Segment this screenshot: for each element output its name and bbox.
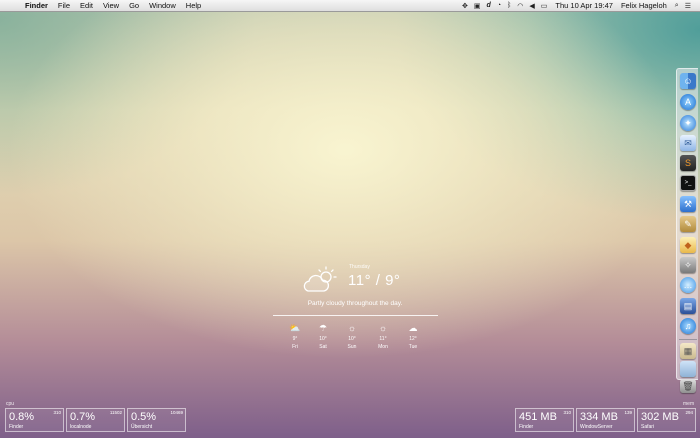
mem-value: 302 MB (641, 411, 679, 423)
forecast-day: ☼ 11° Mon (368, 323, 398, 350)
dropbox-icon[interactable]: ✥ (459, 2, 471, 10)
forecast-day-name: Tue (408, 344, 418, 350)
user-name[interactable]: Felix Hageloh (616, 1, 670, 10)
forecast-temp: 10° (319, 336, 327, 342)
forecast-day-name: Sun (347, 344, 357, 350)
menu-help[interactable]: Help (181, 1, 206, 10)
menu-edit[interactable]: Edit (75, 1, 98, 10)
cpu-value: 0.8% (9, 411, 35, 423)
forecast-day: ☁ 12° Tue (398, 323, 428, 350)
process-name: Safari (641, 424, 655, 430)
forecast-temp: 10° (348, 336, 356, 342)
battery-icon[interactable]: ▭ (538, 2, 551, 10)
forecast-day-name: Fri (292, 344, 298, 350)
d-icon[interactable]: d (484, 2, 494, 9)
process-name: Finder (9, 424, 24, 430)
sun-icon: ☼ (378, 323, 388, 333)
secrets-icon[interactable]: ✧ (680, 257, 696, 273)
messages-icon[interactable]: … (680, 277, 696, 293)
app-menus: Finder File Edit View Go Window Help (22, 1, 206, 10)
volume-icon[interactable]: ◀ (526, 2, 537, 10)
weather-forecast: ⛅ 9° Fri ☂ 10° Sat ☼ 10° Sun ☼ 11° Mon ☁… (278, 323, 438, 353)
cpu-label: cpu (6, 401, 15, 407)
cpu-process-box: 0.8% 310 Finder (5, 408, 64, 432)
menu-bar: Finder File Edit View Go Window Help ✥ ▣… (0, 0, 700, 12)
forecast-day-name: Sat (319, 344, 327, 350)
process-id: 10469 (170, 410, 183, 415)
process-id: 310 (563, 410, 571, 415)
weather-divider (273, 315, 438, 316)
weather-widget: Thursday 11° / 9° Partly cloudy througho… (270, 258, 440, 358)
weather-summary: Partly cloudy throughout the day. (307, 300, 403, 307)
downloads-icon[interactable]: ▦ (680, 343, 696, 359)
process-id: 139 (624, 410, 632, 415)
menu-window[interactable]: Window (144, 1, 181, 10)
itunes-icon[interactable]: ♫ (680, 318, 696, 334)
terminal-icon[interactable]: >_ (680, 175, 696, 191)
process-id: 11502 (109, 410, 122, 415)
forecast-day-name: Mon (378, 344, 388, 350)
cloud-icon: ☁ (408, 323, 418, 333)
cpu-process-box: 0.5% 10469 Übersicht (127, 408, 186, 432)
menu-file[interactable]: File (53, 1, 75, 10)
forecast-day: ☂ 10° Sat (308, 323, 338, 350)
wifi-icon[interactable]: ◠ (514, 2, 526, 10)
mem-process-box: 451 MB 310 Finder (515, 408, 574, 432)
process-name: localnode (70, 424, 92, 430)
finder-icon[interactable]: ☺ (680, 73, 696, 89)
folder-icon[interactable] (680, 361, 696, 377)
cpu-value: 0.7% (70, 411, 96, 423)
cpu-value: 0.5% (131, 411, 157, 423)
mem-value: 451 MB (519, 411, 557, 423)
forecast-day: ⛅ 9° Fri (280, 323, 310, 350)
bluetooth-icon[interactable]: ᛒ (504, 2, 514, 9)
menu-go[interactable]: Go (124, 1, 144, 10)
safari-icon[interactable]: ✦ (680, 115, 696, 131)
virtualbox-icon[interactable]: ▤ (680, 298, 696, 314)
mem-label: mem (683, 401, 695, 407)
weather-day: Thursday (349, 264, 370, 270)
process-name: Finder (519, 424, 534, 430)
mem-process-box: 302 MB 294 Safari (637, 408, 696, 432)
script-editor-icon[interactable]: ✎ (680, 216, 696, 232)
mem-process-box: 334 MB 139 WindowServer (576, 408, 635, 432)
trash-icon[interactable]: 🗑 (680, 379, 696, 393)
clock[interactable]: Thu 10 Apr 19:47 (550, 1, 616, 10)
cpu-process-box: 0.7% 11502 localnode (66, 408, 125, 432)
menu-view[interactable]: View (98, 1, 124, 10)
xcode-icon[interactable]: ⚒ (680, 196, 696, 212)
forecast-temp: 12° (409, 336, 417, 342)
partly-cloudy-icon (303, 266, 337, 292)
menu-app-name[interactable]: Finder (22, 1, 53, 10)
dock-separator (679, 339, 697, 340)
mem-value: 334 MB (580, 411, 618, 423)
forecast-temp: 11° (379, 336, 387, 342)
sun-cloud-icon: ⛅ (289, 323, 301, 333)
spotlight-icon[interactable]: ⌕ (670, 2, 682, 10)
app-store-icon[interactable]: A (680, 94, 696, 110)
process-name: Übersicht (131, 424, 153, 430)
list-icon[interactable]: ☰ (682, 2, 694, 10)
dock: ☺ A ✦ ✉ S >_ ⚒ ✎ ◆ ✧ … ▤ ♫ ▦ 🗑 (676, 68, 698, 393)
forecast-day: ☼ 10° Sun (337, 323, 367, 350)
rain-icon: ☂ (318, 323, 328, 333)
sublime-icon[interactable]: S (680, 155, 696, 171)
time-machine-icon[interactable]: ◔ (494, 2, 504, 9)
sketch-icon[interactable]: ◆ (680, 237, 696, 253)
weather-temperature: 11° / 9° (348, 272, 401, 289)
status-area: ✥ ▣ d ◔ ᛒ ◠ ◀ ▭ Thu 10 Apr 19:47 Felix H… (459, 1, 700, 10)
sun-icon: ☼ (347, 323, 357, 333)
process-id: 294 (685, 410, 693, 415)
mail-icon[interactable]: ✉ (680, 135, 696, 151)
forecast-temp: 9° (292, 336, 298, 342)
process-name: WindowServer (580, 424, 613, 430)
process-id: 310 (53, 410, 61, 415)
app-icon[interactable]: ▣ (471, 2, 484, 10)
